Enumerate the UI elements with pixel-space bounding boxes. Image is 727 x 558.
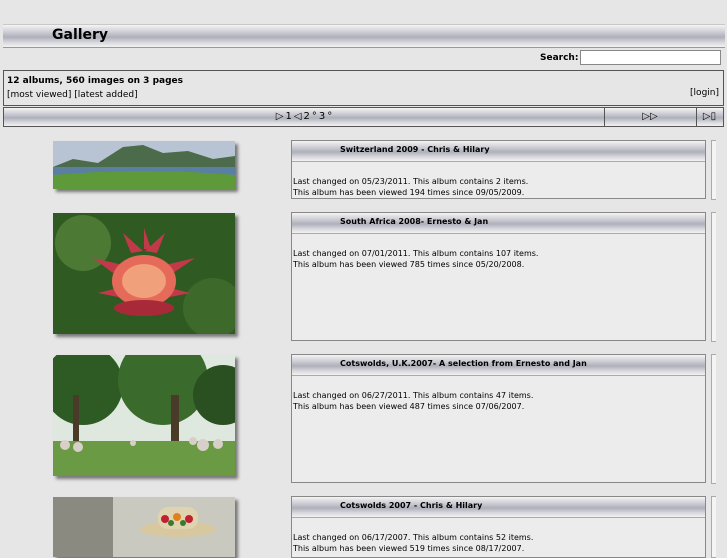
album-thumbnail-cotswolds-ch[interactable] (53, 497, 235, 557)
album-side-handle (711, 140, 716, 200)
last-page-button[interactable]: ▷▯ (696, 108, 723, 126)
search-label: Search: (540, 53, 579, 63)
album-card: Cotswolds, U.K.2007- A selection from Er… (291, 354, 706, 483)
album-side-handle (711, 354, 716, 484)
page-link-3[interactable]: 3 (319, 111, 325, 122)
page-link-2[interactable]: 2 (304, 111, 310, 122)
lake-landscape-image (53, 141, 235, 189)
most-viewed-link[interactable]: [most viewed] (7, 90, 71, 100)
album-views-text: This album has been viewed 785 times sin… (293, 260, 525, 269)
album-title[interactable]: Switzerland 2009 - Chris & Hilary (340, 145, 490, 154)
album-changed-text: Last changed on 07/01/2011. This album c… (293, 249, 539, 258)
previous-page-icon[interactable]: ◁ (294, 111, 302, 122)
album-side-handle (711, 212, 716, 342)
album-title-bar: Cotswolds, U.K.2007- A selection from Er… (292, 355, 705, 376)
album-thumbnail-cotswolds-ej[interactable] (53, 355, 235, 476)
album-views-text: This album has been viewed 194 times sin… (293, 188, 525, 197)
album-details: Last changed on 06/17/2007. This album c… (293, 532, 533, 554)
page-separator: ° (327, 111, 333, 122)
album-title[interactable]: South Africa 2008- Ernesto & Jan (340, 217, 488, 226)
album-thumbnail-switzerland[interactable] (53, 141, 235, 189)
latest-added-link[interactable]: [latest added] (74, 90, 137, 100)
album-card: South Africa 2008- Ernesto & Jan Last ch… (291, 212, 706, 341)
gallery-title: Gallery (52, 27, 109, 43)
next-pages-button[interactable]: ▷▷ (604, 108, 697, 126)
album-title[interactable]: Cotswolds, U.K.2007- A selection from Er… (340, 359, 587, 368)
gallery-info-box: 12 albums, 560 images on 3 pages [most v… (3, 70, 724, 106)
album-changed-text: Last changed on 05/23/2011. This album c… (293, 177, 529, 186)
flower-hat-image (53, 497, 235, 557)
pagination-bar: ▷ 1 ◁ 2 ° 3 ° ▷▷ ▷▯ (3, 107, 724, 127)
current-page-number: 1 (285, 111, 292, 122)
login-link[interactable]: [login] (690, 88, 719, 98)
gallery-header-bar: Gallery (3, 24, 725, 48)
album-title-bar: Cotswolds 2007 - Chris & Hilary (292, 497, 705, 518)
view-links: [most viewed] [latest added] (7, 90, 138, 100)
album-changed-text: Last changed on 06/27/2011. This album c… (293, 391, 534, 400)
next-page-icon[interactable]: ▷ (276, 111, 284, 122)
album-title-bar: South Africa 2008- Ernesto & Jan (292, 213, 705, 234)
park-picnic-image (53, 355, 235, 476)
album-title-bar: Switzerland 2009 - Chris & Hilary (292, 141, 705, 162)
album-changed-text: Last changed on 06/17/2007. This album c… (293, 533, 534, 542)
album-details: Last changed on 05/23/2011. This album c… (293, 176, 528, 198)
protea-flower-image (53, 213, 235, 334)
album-side-handle (711, 496, 716, 558)
page-separator: ° (311, 111, 317, 122)
album-card: Cotswolds 2007 - Chris & Hilary Last cha… (291, 496, 706, 558)
page-links: ▷ 1 ◁ 2 ° 3 ° (4, 108, 605, 126)
gallery-summary: 12 albums, 560 images on 3 pages (7, 76, 183, 86)
search-input[interactable] (580, 50, 721, 65)
album-thumbnail-south-africa[interactable] (53, 213, 235, 334)
album-details: Last changed on 07/01/2011. This album c… (293, 248, 538, 270)
album-card: Switzerland 2009 - Chris & Hilary Last c… (291, 140, 706, 199)
album-views-text: This album has been viewed 487 times sin… (293, 402, 525, 411)
album-details: Last changed on 06/27/2011. This album c… (293, 390, 533, 412)
album-title[interactable]: Cotswolds 2007 - Chris & Hilary (340, 501, 482, 510)
